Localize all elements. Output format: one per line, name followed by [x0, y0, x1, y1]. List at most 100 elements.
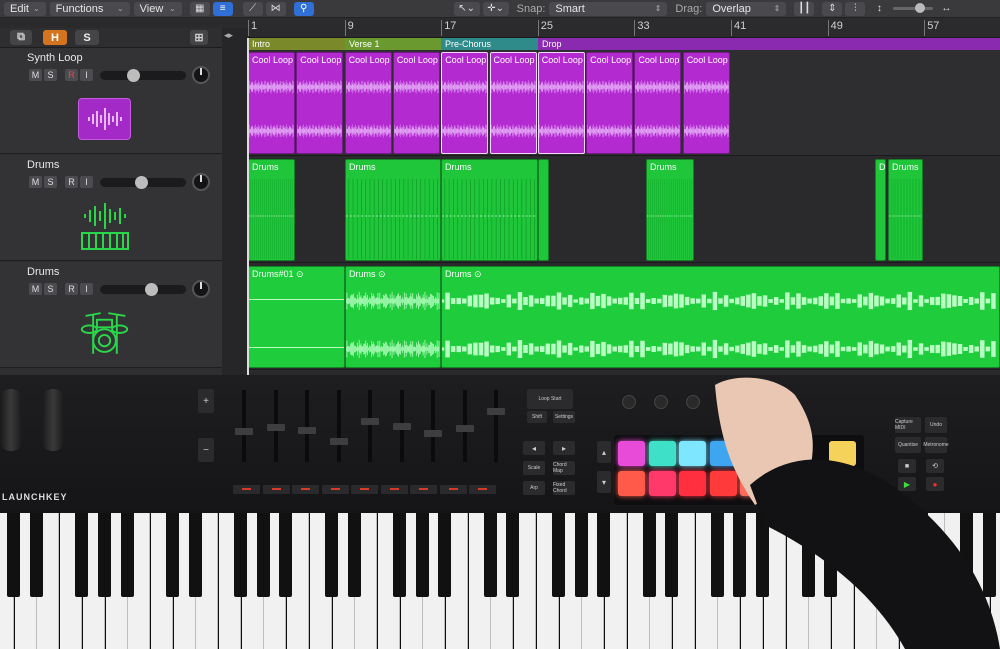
drag-label: Drag: — [675, 2, 703, 15]
track-list: Synth Loop M S R I Drums M S R I Drums M… — [0, 48, 222, 375]
track-options-icon[interactable]: ⧉ — [10, 30, 32, 45]
input-monitor-button[interactable]: I — [80, 69, 93, 81]
fader-cap — [361, 418, 379, 425]
volume-knob[interactable] — [127, 69, 140, 82]
region-drums-audio[interactable]: Drums#01 ⊙ — [248, 266, 345, 368]
input-monitor-button[interactable]: I — [80, 283, 93, 295]
region-synth-loop[interactable]: Cool Loop — [682, 52, 730, 154]
black-key — [347, 513, 361, 597]
snap-select[interactable]: Smart ⇕ — [549, 1, 668, 16]
solo-global-button[interactable]: S — [75, 30, 99, 45]
fader — [298, 390, 316, 462]
hide-button[interactable]: H — [43, 30, 67, 45]
vertical-size-icon: ↕ — [876, 3, 882, 14]
region-synth-loop[interactable]: Cool Loop — [537, 52, 585, 154]
flex-icon[interactable]: ⋈ — [265, 1, 286, 16]
region-drums-midi[interactable]: D — [875, 159, 886, 261]
automation-icon[interactable]: ⟋ — [242, 1, 263, 16]
pan-knob[interactable] — [192, 173, 210, 191]
track-drums[interactable]: Drums M S R I — [0, 155, 222, 261]
waveform-zoom-icon[interactable]: ┃┃ — [794, 1, 815, 16]
pan-knob[interactable] — [192, 280, 210, 298]
crosshair-tool-icon[interactable]: ✛⌄ — [482, 1, 509, 16]
region-drums-midi[interactable] — [538, 159, 549, 261]
volume-slider[interactable] — [100, 176, 186, 189]
playhead[interactable] — [247, 38, 249, 375]
mute-button[interactable]: M — [29, 176, 42, 188]
record-arm-button[interactable]: R — [65, 176, 78, 188]
track-synth-loop[interactable]: Synth Loop M S R I — [0, 48, 222, 154]
vertical-zoom-icon[interactable]: ⇕ — [822, 1, 843, 16]
region-synth-loop[interactable]: Cool Loop — [248, 52, 295, 154]
bar-ruler[interactable]: 1 9 17 25 33 41 49 57 — [248, 18, 1000, 38]
marker-drop[interactable]: Drop — [538, 38, 1000, 50]
region-synth-loop[interactable]: Cool Loop — [441, 52, 489, 154]
region-drums-midi[interactable]: Drums — [248, 159, 295, 261]
settings-button: Settings — [553, 411, 575, 423]
volume-slider[interactable] — [100, 69, 186, 82]
region-synth-loop[interactable]: Cool Loop — [489, 52, 537, 154]
pan-knob[interactable] — [192, 66, 210, 84]
region-label: D — [879, 162, 886, 172]
edit-menu-label: Edit — [10, 2, 29, 15]
fader-cap — [392, 423, 411, 430]
region-synth-loop[interactable]: Cool Loop — [296, 52, 344, 154]
region-drums-midi[interactable]: Drums — [441, 159, 538, 261]
record-arm-button[interactable]: R — [65, 69, 78, 81]
mute-button[interactable]: M — [29, 283, 42, 295]
waveform — [587, 77, 632, 100]
volume-slider[interactable] — [100, 283, 186, 296]
encoder-knob — [622, 395, 636, 409]
black-key — [165, 513, 179, 597]
edit-menu[interactable]: Edit ⌄ — [4, 1, 46, 16]
lane-synth-loop: Cool Loop Cool Loop Cool Loop Cool Loop Cool… — [248, 50, 1000, 156]
waveform — [249, 77, 294, 100]
add-track-icon[interactable]: ⊞ — [190, 30, 208, 45]
mute-button[interactable]: M — [29, 69, 42, 81]
drag-select[interactable]: Overlap ⇕ — [706, 1, 787, 16]
region-synth-loop[interactable]: Cool Loop — [344, 52, 392, 154]
marker-intro[interactable]: Intro — [248, 38, 345, 50]
list-view-icon[interactable]: ≡ — [212, 1, 233, 16]
updown-icon: ⇕ — [654, 4, 662, 13]
region-synth-loop[interactable]: Cool Loop — [586, 52, 634, 154]
drum-machine-icon — [78, 203, 131, 250]
pointer-tool-icon[interactable]: ↖⌄ — [453, 1, 480, 16]
fader-cap — [266, 424, 285, 431]
catch-playhead-icon[interactable]: ⚲ — [293, 1, 314, 16]
solo-button[interactable]: S — [44, 283, 57, 295]
region-drums-audio[interactable]: Drums ⊙ — [345, 266, 441, 368]
volume-knob[interactable] — [145, 283, 158, 296]
fader-cap — [329, 438, 348, 445]
mod-wheel — [42, 389, 64, 451]
region-drums-midi[interactable]: Drums — [646, 159, 694, 261]
input-monitor-button[interactable]: I — [80, 176, 93, 188]
functions-menu[interactable]: Functions ⌄ — [49, 1, 130, 16]
region-back-icon[interactable]: ◂▸ — [224, 30, 233, 41]
region-drums-midi[interactable]: Drums — [345, 159, 441, 261]
marker-verse-1[interactable]: Verse 1 — [345, 38, 441, 50]
region-synth-loop[interactable]: Cool Loop — [392, 52, 440, 154]
ruler-tick: 25 — [537, 20, 553, 36]
zoom-slider-knob[interactable] — [915, 3, 926, 13]
drum-pad — [618, 471, 645, 496]
fader — [455, 390, 474, 462]
waveform — [442, 337, 999, 364]
solo-button[interactable]: S — [44, 69, 57, 81]
volume-knob[interactable] — [135, 176, 148, 189]
waveform — [442, 121, 487, 144]
grid-view-icon[interactable]: ▦ — [189, 1, 210, 16]
region-drums-midi[interactable]: Drums — [888, 159, 923, 261]
region-drums-audio[interactable]: Drums ⊙ — [441, 266, 1000, 368]
mixer-icon[interactable]: ⫶ — [845, 1, 866, 16]
view-menu[interactable]: View ⌄ — [133, 1, 182, 16]
track-drums-audio[interactable]: Drums M S R I — [0, 262, 222, 368]
black-key — [551, 513, 565, 597]
zoom-slider[interactable] — [893, 3, 934, 13]
region-synth-loop[interactable]: Cool Loop — [634, 52, 682, 154]
marker-pre-chorus[interactable]: Pre-Chorus — [441, 38, 538, 50]
record-arm-button[interactable]: R — [65, 283, 78, 295]
solo-button[interactable]: S — [44, 176, 57, 188]
region-label: Drums — [349, 162, 376, 172]
flat-waveform — [249, 299, 344, 300]
